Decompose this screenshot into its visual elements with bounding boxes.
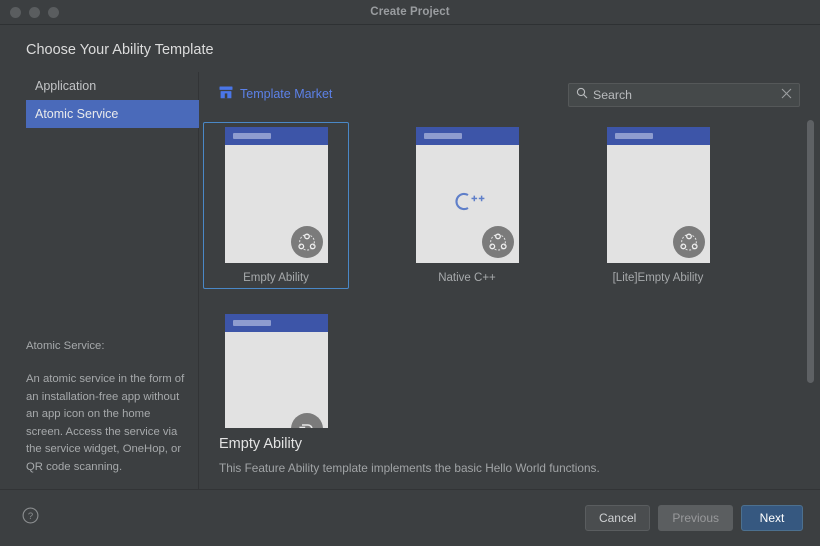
preview-title-placeholder: [232, 320, 271, 326]
template-grid: Empty Ability Native C++ [Lite]Empty Abi…: [199, 116, 820, 428]
preview-header: [224, 127, 328, 145]
template-market-link[interactable]: Template Market: [219, 86, 332, 102]
template-card-label: Empty Ability: [243, 272, 309, 284]
search-icon: [576, 86, 588, 104]
sidebar-item-application[interactable]: Application: [26, 72, 199, 100]
atomic-service-icon: [290, 226, 323, 258]
template-preview: [606, 127, 710, 263]
help-icon[interactable]: ?: [22, 507, 39, 529]
preview-header: [224, 314, 328, 332]
scrollbar-thumb[interactable]: [807, 120, 814, 383]
template-card-native-cpp[interactable]: Native C++: [394, 122, 540, 289]
shop-icon: [219, 86, 233, 102]
window-titlebar: Create Project: [0, 0, 820, 25]
template-detail-description: This Feature Ability template implements…: [219, 461, 600, 475]
template-card-label: Native C++: [438, 272, 496, 284]
template-panel: Template Market Search Empty Ability Nat…: [199, 72, 820, 489]
atomic-service-icon: [481, 226, 514, 258]
template-detail-title: Empty Ability: [219, 436, 302, 452]
form-ability-icon: [290, 413, 323, 428]
preview-body: [224, 332, 328, 428]
minimize-button[interactable]: [29, 6, 40, 18]
atomic-service-icon: [672, 226, 705, 258]
template-grid-scrollbar[interactable]: [807, 120, 814, 424]
preview-body: [415, 145, 519, 263]
sidebar-item-atomic-service[interactable]: Atomic Service: [26, 100, 199, 128]
template-grid-wrapper: Empty Ability Native C++ [Lite]Empty Abi…: [199, 116, 820, 428]
page-title: Choose Your Ability Template: [26, 42, 214, 58]
zoom-button[interactable]: [48, 6, 59, 18]
preview-title-placeholder: [232, 133, 271, 139]
sidebar-description-heading: Atomic Service:: [26, 339, 105, 352]
template-card-lite-empty-ability[interactable]: [Lite]Empty Ability: [585, 122, 731, 289]
project-type-sidebar: Application Atomic Service Atomic Servic…: [0, 72, 199, 489]
preview-body: [224, 145, 328, 263]
next-button[interactable]: Next: [741, 505, 803, 531]
window-title: Create Project: [370, 6, 450, 18]
template-preview: [224, 127, 328, 263]
template-market-label: Template Market: [240, 87, 333, 101]
template-detail: Empty Ability This Feature Ability templ…: [199, 428, 820, 489]
template-card-empty-ability[interactable]: Empty Ability: [203, 122, 349, 289]
clear-search-icon[interactable]: [781, 86, 792, 104]
search-input[interactable]: [593, 88, 781, 102]
preview-title-placeholder: [614, 133, 653, 139]
dialog-footer: ? Cancel Previous Next: [0, 490, 820, 546]
sidebar-description: Atomic Service: An atomic service in the…: [26, 338, 188, 477]
preview-header: [606, 127, 710, 145]
template-card-partial[interactable]: [203, 309, 349, 428]
sidebar-description-body: An atomic service in the form of an inst…: [26, 373, 185, 473]
template-market-row: Template Market: [199, 72, 820, 116]
template-preview: [224, 314, 328, 428]
create-project-dialog: Create Project Choose Your Ability Templ…: [0, 0, 820, 546]
previous-button[interactable]: Previous: [658, 505, 733, 531]
template-card-label: [Lite]Empty Ability: [612, 272, 704, 284]
preview-header: [415, 127, 519, 145]
content-area: Application Atomic Service Atomic Servic…: [0, 72, 820, 490]
search-box[interactable]: [568, 83, 800, 107]
template-preview: [415, 127, 519, 263]
window-controls: [0, 6, 59, 18]
close-button[interactable]: [10, 6, 21, 18]
preview-title-placeholder: [423, 133, 462, 139]
dialog-body: Choose Your Ability Template Application…: [0, 25, 820, 546]
svg-text:?: ?: [28, 511, 33, 522]
project-type-list: Application Atomic Service: [0, 72, 199, 128]
preview-body: [606, 145, 710, 263]
cancel-button[interactable]: Cancel: [584, 505, 651, 531]
cpp-logo-icon: [416, 190, 519, 219]
